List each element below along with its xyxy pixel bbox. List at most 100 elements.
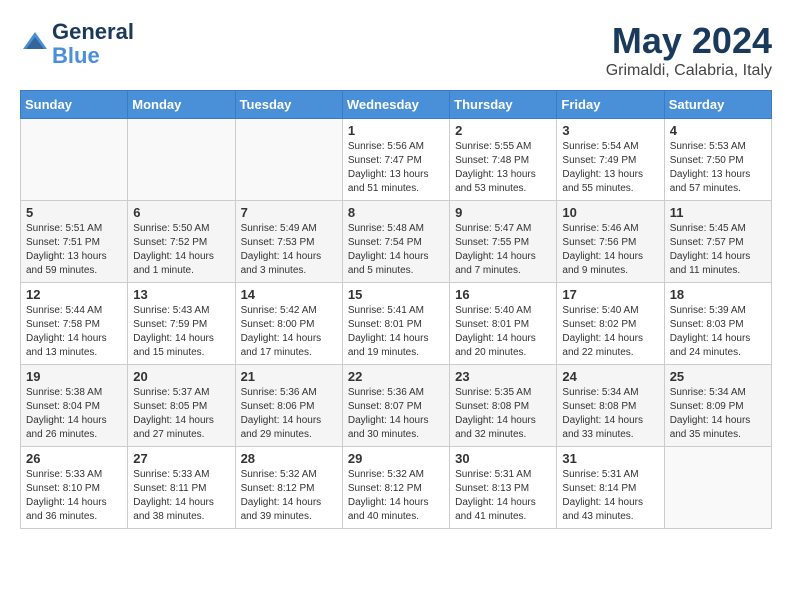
day-info: Sunrise: 5:40 AMSunset: 8:01 PMDaylight:… bbox=[455, 304, 551, 360]
day-number: 11 bbox=[670, 205, 766, 220]
calendar-cell: 21Sunrise: 5:36 AMSunset: 8:06 PMDayligh… bbox=[235, 365, 342, 447]
day-number: 13 bbox=[133, 287, 229, 302]
day-number: 15 bbox=[348, 287, 444, 302]
calendar-cell: 23 Sunrise: 5:35 AMSunset: 8:08 PMDayligh… bbox=[450, 365, 557, 447]
weekday-header: Monday bbox=[128, 91, 235, 119]
calendar-cell: 22Sunrise: 5:36 AMSunset: 8:07 PMDayligh… bbox=[342, 365, 449, 447]
calendar-cell: 29 Sunrise: 5:32 AMSunset: 8:12 PMDayligh… bbox=[342, 447, 449, 529]
day-info: Sunrise: 5:38 AMSunset: 8:04 PMDaylight:… bbox=[26, 386, 122, 442]
day-info: Sunrise: 5:46 AMSunset: 7:56 PMDaylight:… bbox=[562, 222, 658, 278]
day-info: Sunrise: 5:42 AMSunset: 8:00 PMDaylight:… bbox=[241, 304, 337, 360]
calendar-week-row: 26Sunrise: 5:33 AMSunset: 8:10 PMDayligh… bbox=[21, 447, 772, 529]
day-number: 24 bbox=[562, 369, 658, 384]
day-info: Sunrise: 5:49 AMSunset: 7:53 PMDaylight:… bbox=[241, 222, 337, 278]
day-info: Sunrise: 5:50 AMSunset: 7:52 PMDaylight:… bbox=[133, 222, 229, 278]
day-info: Sunrise: 5:54 AMSunset: 7:49 PMDaylight:… bbox=[562, 140, 658, 196]
day-number: 14 bbox=[241, 287, 337, 302]
weekday-header-row: SundayMondayTuesdayWednesdayThursdayFrid… bbox=[21, 91, 772, 119]
calendar-cell: 25 Sunrise: 5:34 AMSunset: 8:09 PMDayligh… bbox=[664, 365, 771, 447]
calendar-cell bbox=[664, 447, 771, 529]
day-info: Sunrise: 5:34 AMSunset: 8:08 PMDaylight:… bbox=[562, 386, 658, 442]
day-info: Sunrise: 5:35 AMSunset: 8:08 PMDaylight:… bbox=[455, 386, 551, 442]
calendar-cell bbox=[21, 119, 128, 201]
day-number: 26 bbox=[26, 451, 122, 466]
calendar-cell: 5 Sunrise: 5:51 AMSunset: 7:51 PMDaylight… bbox=[21, 201, 128, 283]
calendar-cell: 10Sunrise: 5:46 AMSunset: 7:56 PMDayligh… bbox=[557, 201, 664, 283]
day-info: Sunrise: 5:43 AMSunset: 7:59 PMDaylight:… bbox=[133, 304, 229, 360]
calendar-cell: 8 Sunrise: 5:48 AMSunset: 7:54 PMDaylight… bbox=[342, 201, 449, 283]
day-number: 8 bbox=[348, 205, 444, 220]
day-number: 4 bbox=[670, 123, 766, 138]
title-block: May 2024 Grimaldi, Calabria, Italy bbox=[606, 20, 772, 80]
day-number: 23 bbox=[455, 369, 551, 384]
calendar-cell: 12 Sunrise: 5:44 AMSunset: 7:58 PMDayligh… bbox=[21, 283, 128, 365]
day-info: Sunrise: 5:31 AMSunset: 8:13 PMDaylight:… bbox=[455, 468, 551, 524]
day-number: 22 bbox=[348, 369, 444, 384]
day-info: Sunrise: 5:56 AMSunset: 7:47 PMDaylight:… bbox=[348, 140, 444, 196]
calendar-cell bbox=[235, 119, 342, 201]
day-info: Sunrise: 5:51 AMSunset: 7:51 PMDaylight:… bbox=[26, 222, 122, 278]
logo: General Blue bbox=[20, 20, 134, 68]
day-number: 19 bbox=[26, 369, 122, 384]
day-number: 2 bbox=[455, 123, 551, 138]
calendar-cell: 17 Sunrise: 5:40 AMSunset: 8:02 PMDayligh… bbox=[557, 283, 664, 365]
day-info: Sunrise: 5:33 AMSunset: 8:11 PMDaylight:… bbox=[133, 468, 229, 524]
calendar-cell: 16Sunrise: 5:40 AMSunset: 8:01 PMDayligh… bbox=[450, 283, 557, 365]
day-info: Sunrise: 5:55 AMSunset: 7:48 PMDaylight:… bbox=[455, 140, 551, 196]
day-number: 27 bbox=[133, 451, 229, 466]
day-info: Sunrise: 5:41 AMSunset: 8:01 PMDaylight:… bbox=[348, 304, 444, 360]
calendar-cell: 15 Sunrise: 5:41 AMSunset: 8:01 PMDayligh… bbox=[342, 283, 449, 365]
day-number: 6 bbox=[133, 205, 229, 220]
day-info: Sunrise: 5:45 AMSunset: 7:57 PMDaylight:… bbox=[670, 222, 766, 278]
weekday-header: Saturday bbox=[664, 91, 771, 119]
day-info: Sunrise: 5:31 AMSunset: 8:14 PMDaylight:… bbox=[562, 468, 658, 524]
month-title: May 2024 bbox=[606, 20, 772, 62]
weekday-header: Thursday bbox=[450, 91, 557, 119]
calendar-cell: 24 Sunrise: 5:34 AMSunset: 8:08 PMDayligh… bbox=[557, 365, 664, 447]
day-info: Sunrise: 5:34 AMSunset: 8:09 PMDaylight:… bbox=[670, 386, 766, 442]
calendar-cell: 26Sunrise: 5:33 AMSunset: 8:10 PMDayligh… bbox=[21, 447, 128, 529]
day-number: 17 bbox=[562, 287, 658, 302]
day-number: 20 bbox=[133, 369, 229, 384]
weekday-header: Tuesday bbox=[235, 91, 342, 119]
day-number: 25 bbox=[670, 369, 766, 384]
location-subtitle: Grimaldi, Calabria, Italy bbox=[606, 62, 772, 80]
calendar-cell: 14 Sunrise: 5:42 AMSunset: 8:00 PMDayligh… bbox=[235, 283, 342, 365]
calendar-table: SundayMondayTuesdayWednesdayThursdayFrid… bbox=[20, 90, 772, 529]
day-number: 3 bbox=[562, 123, 658, 138]
day-info: Sunrise: 5:37 AMSunset: 8:05 PMDaylight:… bbox=[133, 386, 229, 442]
day-number: 1 bbox=[348, 123, 444, 138]
calendar-cell: 2 Sunrise: 5:55 AMSunset: 7:48 PMDaylight… bbox=[450, 119, 557, 201]
calendar-week-row: 1 Sunrise: 5:56 AMSunset: 7:47 PMDaylight… bbox=[21, 119, 772, 201]
calendar-cell: 18Sunrise: 5:39 AMSunset: 8:03 PMDayligh… bbox=[664, 283, 771, 365]
day-number: 21 bbox=[241, 369, 337, 384]
day-info: Sunrise: 5:44 AMSunset: 7:58 PMDaylight:… bbox=[26, 304, 122, 360]
day-info: Sunrise: 5:40 AMSunset: 8:02 PMDaylight:… bbox=[562, 304, 658, 360]
day-number: 5 bbox=[26, 205, 122, 220]
day-info: Sunrise: 5:53 AMSunset: 7:50 PMDaylight:… bbox=[670, 140, 766, 196]
day-number: 12 bbox=[26, 287, 122, 302]
day-number: 28 bbox=[241, 451, 337, 466]
calendar-cell: 27 Sunrise: 5:33 AMSunset: 8:11 PMDayligh… bbox=[128, 447, 235, 529]
logo-icon bbox=[20, 29, 50, 59]
calendar-cell: 13 Sunrise: 5:43 AMSunset: 7:59 PMDayligh… bbox=[128, 283, 235, 365]
day-info: Sunrise: 5:39 AMSunset: 8:03 PMDaylight:… bbox=[670, 304, 766, 360]
day-number: 29 bbox=[348, 451, 444, 466]
day-info: Sunrise: 5:32 AMSunset: 8:12 PMDaylight:… bbox=[348, 468, 444, 524]
page-header: General Blue May 2024 Grimaldi, Calabria… bbox=[20, 20, 772, 80]
weekday-header: Friday bbox=[557, 91, 664, 119]
day-number: 7 bbox=[241, 205, 337, 220]
calendar-cell: 31Sunrise: 5:31 AMSunset: 8:14 PMDayligh… bbox=[557, 447, 664, 529]
calendar-cell: 20 Sunrise: 5:37 AMSunset: 8:05 PMDayligh… bbox=[128, 365, 235, 447]
calendar-cell: 19 Sunrise: 5:38 AMSunset: 8:04 PMDayligh… bbox=[21, 365, 128, 447]
calendar-cell: 3 Sunrise: 5:54 AMSunset: 7:49 PMDaylight… bbox=[557, 119, 664, 201]
calendar-cell: 9Sunrise: 5:47 AMSunset: 7:55 PMDaylight… bbox=[450, 201, 557, 283]
day-info: Sunrise: 5:48 AMSunset: 7:54 PMDaylight:… bbox=[348, 222, 444, 278]
calendar-cell: 6 Sunrise: 5:50 AMSunset: 7:52 PMDaylight… bbox=[128, 201, 235, 283]
calendar-cell: 28Sunrise: 5:32 AMSunset: 8:12 PMDayligh… bbox=[235, 447, 342, 529]
day-number: 9 bbox=[455, 205, 551, 220]
calendar-week-row: 5 Sunrise: 5:51 AMSunset: 7:51 PMDaylight… bbox=[21, 201, 772, 283]
calendar-cell: 11 Sunrise: 5:45 AMSunset: 7:57 PMDayligh… bbox=[664, 201, 771, 283]
day-number: 30 bbox=[455, 451, 551, 466]
weekday-header: Sunday bbox=[21, 91, 128, 119]
